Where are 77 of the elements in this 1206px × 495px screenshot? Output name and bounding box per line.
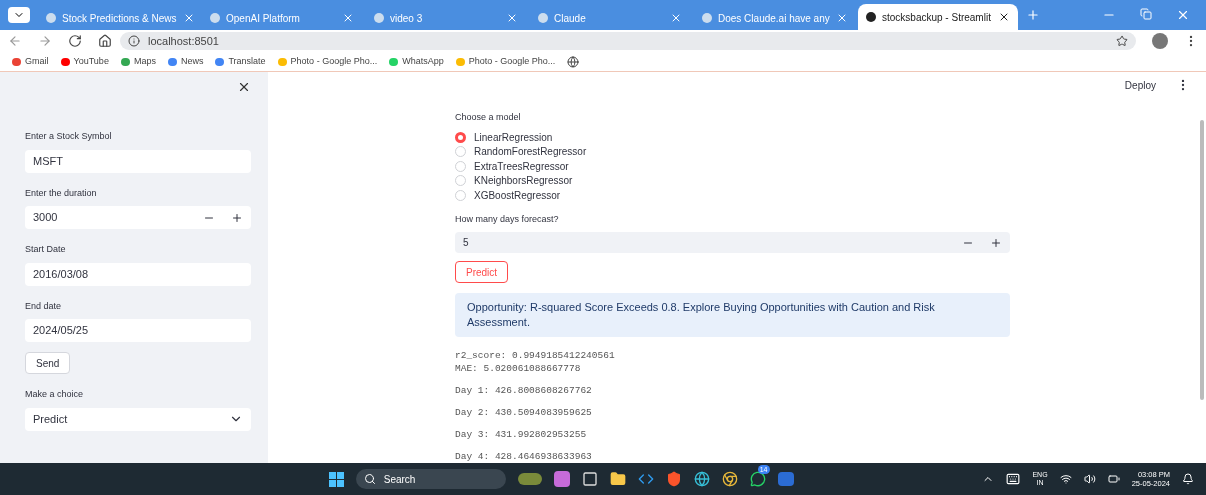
bookmark-link[interactable]: Maps (120, 54, 156, 69)
address-bar[interactable]: localhost:8501 (120, 32, 1136, 50)
field-label: Enter the duration (25, 186, 98, 200)
radio-label[interactable]: XGBoostRegressor (474, 187, 561, 203)
radio-button[interactable] (455, 189, 466, 201)
chat-icon[interactable] (749, 471, 766, 487)
radio-button[interactable] (455, 160, 466, 172)
forecast-text: Day 4: 428.4646938633963 (455, 450, 593, 463)
field-label: How many days forecast? (455, 212, 560, 226)
field-label: Start Date (25, 243, 67, 256)
close-icon[interactable] (237, 80, 251, 94)
forecast-text: Day 1: 426.8008608267762 (455, 384, 593, 397)
info-alert: Opportunity: R-squared Score Exceeds 0.8. Explore Buying Opportunities with Caution and Risk Assessment. (455, 293, 1010, 337)
radio-label[interactable]: ExtraTreesRegressor (474, 158, 569, 174)
tab-favicon-icon (210, 13, 220, 23)
radio-button[interactable] (455, 175, 466, 187)
radio-label[interactable]: LinearRegression (474, 129, 553, 145)
radio-button[interactable] (455, 146, 466, 158)
metric-text: r2_score: 0.9949185412240561 (455, 349, 616, 362)
tab-favicon-icon (866, 12, 876, 22)
metric-text: MAE: 5.020061088667778 (455, 362, 582, 375)
field-label: Enter a Stock Symbol (25, 130, 113, 143)
notification-icon[interactable] (1182, 473, 1194, 485)
restore-icon[interactable] (1140, 8, 1152, 20)
days-input-field[interactable]: 5 (455, 232, 1010, 253)
bookmark-link[interactable]: Photo - Google Pho... (455, 54, 556, 69)
back-icon[interactable] (8, 34, 22, 48)
radio-group-label: Choose a model (455, 110, 522, 124)
tab-search-button[interactable] (8, 7, 30, 23)
bookmark-star-icon[interactable] (1116, 35, 1128, 47)
code-editor-icon[interactable] (637, 471, 654, 487)
choice-dropdown[interactable]: Predict (25, 407, 251, 431)
task-view-icon[interactable] (581, 471, 598, 487)
forecast-text: Day 2: 430.5094083959625 (455, 406, 593, 419)
bookmark-link[interactable]: Translate (215, 54, 266, 69)
bookmark-link[interactable]: Gmail (12, 54, 49, 69)
keyboard-icon[interactable] (1006, 472, 1021, 486)
info-icon[interactable] (128, 35, 140, 47)
input-field[interactable]: 3000 (25, 206, 251, 229)
deploy-link[interactable]: Deploy (1124, 78, 1156, 93)
chrome-icon[interactable] (721, 471, 738, 487)
tab-favicon-icon (702, 13, 712, 23)
taskbar-search-field[interactable]: Search (355, 469, 506, 489)
search-icon (363, 473, 376, 485)
home-icon[interactable] (98, 34, 112, 48)
reload-icon[interactable] (68, 34, 82, 48)
forward-icon[interactable] (38, 34, 52, 48)
bookmark-link[interactable]: YouTube (60, 54, 109, 69)
start-icon[interactable] (328, 471, 344, 487)
tab-favicon-icon (46, 13, 56, 23)
bookmark-link[interactable]: Photo - Google Pho... (277, 54, 378, 69)
bookmark-link[interactable]: News (167, 54, 204, 69)
send-button[interactable]: Send (25, 352, 71, 374)
plus-icon[interactable] (231, 211, 243, 224)
radio-button[interactable] (455, 131, 466, 143)
shield-icon[interactable] (665, 471, 682, 487)
input-field[interactable]: 2016/03/08 (25, 262, 251, 286)
folder-icon[interactable] (609, 471, 626, 487)
volume-icon[interactable] (1083, 473, 1096, 485)
battery-icon[interactable] (1107, 473, 1120, 485)
profile-avatar-icon[interactable] (1152, 33, 1168, 49)
close-icon[interactable] (998, 11, 1010, 23)
radio-label[interactable]: RandomForestRegressor (474, 144, 587, 160)
field-label: End date (25, 299, 63, 313)
field-label: Make a choice (25, 388, 85, 401)
browser-tab[interactable]: stocksbackup - Streamlit (858, 4, 1018, 30)
bookmark-link[interactable]: WhatsApp (389, 54, 444, 69)
network-icon[interactable] (1059, 473, 1072, 485)
tab-favicon-icon (538, 13, 548, 23)
globe-icon[interactable] (567, 55, 580, 68)
plus-icon[interactable] (990, 236, 1002, 249)
tab-favicon-icon (374, 13, 384, 23)
scrollbar[interactable] (1200, 120, 1204, 400)
forecast-text: Day 3: 431.992802953255 (455, 428, 588, 441)
input-field[interactable]: MSFT (25, 149, 251, 173)
input-field[interactable]: 2024/05/25 (25, 319, 251, 342)
radio-label[interactable]: KNeighborsRegressor (474, 173, 573, 189)
